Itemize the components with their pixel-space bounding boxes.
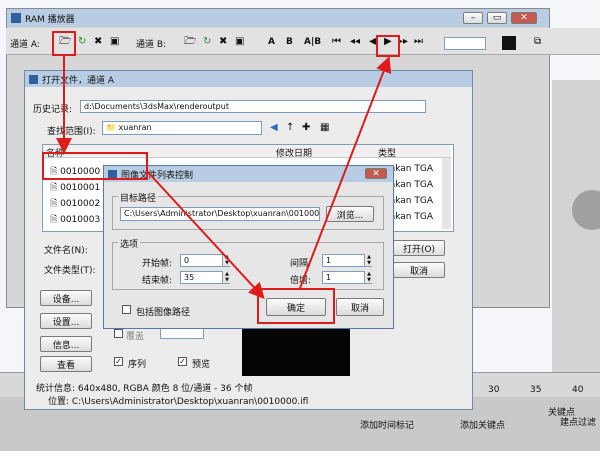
arrow-file-to-ok [145, 169, 265, 299]
annotation-arrows [56, 56, 392, 299]
arrow-ok-to-play [299, 56, 392, 289]
